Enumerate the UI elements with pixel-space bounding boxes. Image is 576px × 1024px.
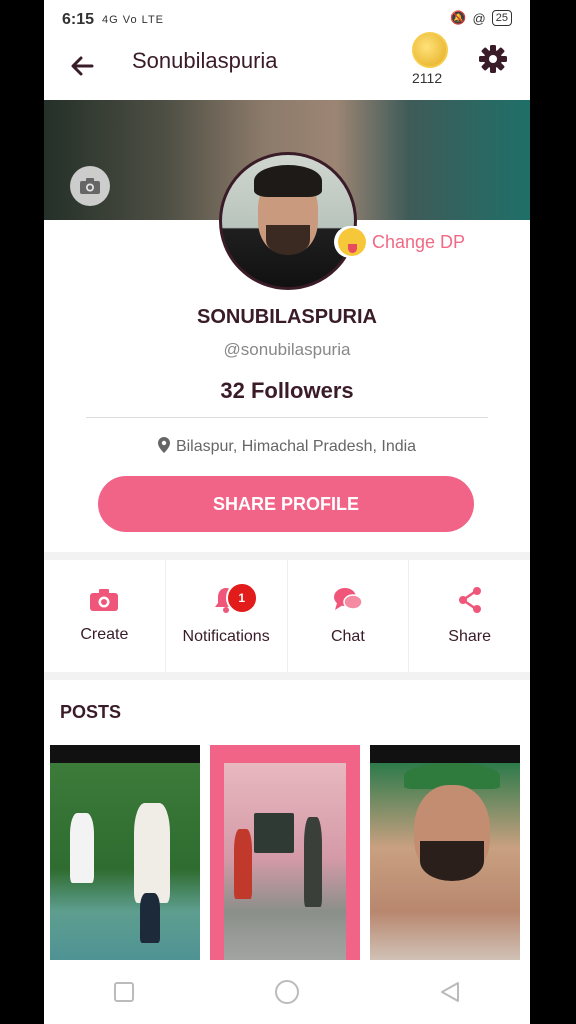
location: Bilaspur, Himachal Pradesh, India [44, 437, 530, 456]
change-dp-label: Change DP [372, 231, 466, 252]
notifications-label: Notifications [182, 628, 270, 645]
chat-action[interactable]: Chat [286, 560, 409, 672]
recents-icon[interactable] [113, 981, 135, 1003]
notifications-action[interactable]: 1 Notifications [164, 560, 287, 672]
status-right: 🔕 @ 25 [450, 10, 512, 26]
mute-icon: 🔕 [450, 10, 467, 25]
post-thumbnail[interactable] [210, 745, 360, 975]
change-cover-button[interactable] [70, 166, 110, 206]
status-bar: 6:15 4G Vo LTE 🔕 @ 25 [44, 0, 530, 40]
back-icon[interactable] [439, 981, 461, 1003]
camera-icon [90, 589, 119, 611]
chat-icon [333, 588, 363, 610]
create-label: Create [80, 626, 129, 643]
app-screen: 6:15 4G Vo LTE 🔕 @ 25 Sonubilaspuria 211… [44, 0, 530, 1024]
posts-section: POSTS [44, 680, 530, 975]
posts-title: POSTS [60, 702, 122, 722]
notification-badge: 1 [225, 582, 258, 614]
system-nav-bar [44, 960, 530, 1024]
camera-icon [80, 178, 100, 194]
post-thumbnail[interactable] [50, 745, 200, 975]
followers-count[interactable]: 32 Followers [44, 378, 530, 404]
share-action[interactable]: Share [408, 560, 530, 672]
share-icon [458, 587, 481, 613]
location-pin-icon [157, 437, 170, 453]
video-icon [58, 749, 76, 759]
divider [86, 417, 488, 418]
app-header: Sonubilaspuria 2112 [44, 32, 530, 100]
share-label: Share [448, 628, 491, 645]
status-time: 6:15 [62, 11, 95, 28]
back-arrow-icon[interactable] [66, 50, 98, 82]
signal-indicator: 4G Vo LTE [102, 14, 165, 26]
change-dp-button[interactable]: Change DP [334, 226, 470, 258]
share-profile-button[interactable]: SHARE PROFILE [98, 476, 474, 532]
display-name: SONUBILASPURIA [196, 306, 377, 328]
coin-count: 2112 [412, 70, 443, 86]
chat-label: Chat [330, 628, 365, 645]
coin-icon[interactable] [412, 32, 448, 68]
gear-icon[interactable] [476, 42, 510, 76]
at-icon: @ [472, 10, 486, 26]
tongue-emoji-icon [338, 228, 366, 256]
page-title: Sonubilaspuria [132, 48, 278, 73]
user-handle: @sonubilaspuria [223, 340, 351, 359]
home-icon[interactable] [274, 979, 300, 1005]
location-text: Bilaspur, Himachal Pradesh, India [175, 438, 417, 455]
video-icon [218, 749, 236, 759]
battery-indicator: 25 [491, 10, 512, 26]
create-action[interactable]: Create [44, 560, 165, 672]
action-bar: Create 1 Notifications Chat Share [44, 560, 530, 672]
video-icon [378, 749, 396, 759]
post-thumbnail[interactable] [370, 745, 520, 975]
avatar[interactable] [219, 152, 357, 290]
